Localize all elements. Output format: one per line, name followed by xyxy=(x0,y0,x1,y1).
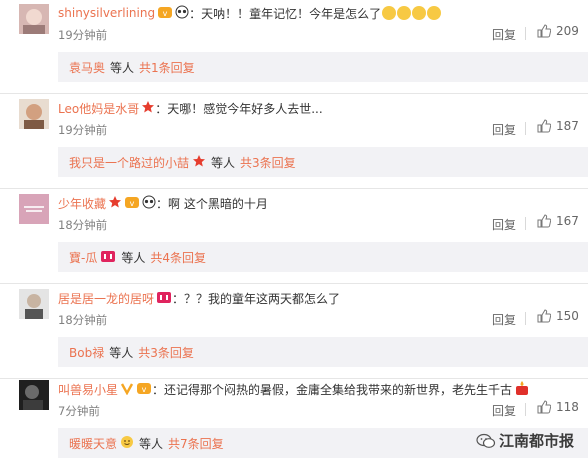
watermark: 江南都市报 xyxy=(476,430,574,451)
vip-badge-icon: v xyxy=(136,381,152,398)
comment-text: ：？？我的童年这两天都怎么了 xyxy=(172,291,341,306)
sub-reply-others: 等人 xyxy=(121,250,146,265)
like-button[interactable]: 167 xyxy=(537,214,579,228)
sub-reply-user[interactable]: 寶-瓜 xyxy=(69,249,97,266)
comment-item: Leo他妈是水哥 ：天哪！感觉今年好多人去世... 19分钟前 回复 187 我… xyxy=(0,95,588,189)
divider xyxy=(525,217,526,230)
like-button[interactable]: 187 xyxy=(537,119,579,133)
sub-reply-count-link[interactable]: 共7条回复 xyxy=(168,435,224,452)
divider xyxy=(0,188,588,189)
panda-icon xyxy=(142,195,156,212)
like-count: 150 xyxy=(556,309,579,323)
comment-item: 叫兽易小星 v ：还记得那个闷热的暑假，金庸全集给我带来的新世界，老先生千古 7… xyxy=(0,376,588,465)
username[interactable]: 叫兽易小星 xyxy=(58,381,118,398)
thumbs-up-icon xyxy=(537,400,551,414)
sub-reply-user[interactable]: 我只是一个路过的小喆 xyxy=(69,154,189,171)
avatar[interactable] xyxy=(19,380,49,410)
comment-text: ：还记得那个闷热的暑假，金庸全集给我带来的新世界，老先生千古 xyxy=(152,382,513,397)
star-badge-icon xyxy=(192,154,206,171)
username[interactable]: 居是居一龙的居呀 xyxy=(58,290,154,307)
sub-replies-box[interactable]: 寶-瓜 等人 共4条回复 xyxy=(58,242,588,272)
comment-item: 少年收藏 v ：啊 这个黑暗的十月 18分钟前 回复 167 寶-瓜 等人 共4… xyxy=(0,190,588,284)
sub-reply-count-link[interactable]: 共4条回复 xyxy=(150,249,206,266)
cry-emoji-icon xyxy=(427,6,442,20)
verified-v-icon xyxy=(120,381,134,398)
timestamp: 19分钟前 xyxy=(58,123,108,137)
username[interactable]: shinysilverlining xyxy=(58,6,155,20)
username[interactable]: Leo他妈是水哥 xyxy=(58,100,139,117)
like-count: 209 xyxy=(556,24,579,38)
timestamp: 7分钟前 xyxy=(58,404,100,418)
thumbs-up-icon xyxy=(537,24,551,38)
svg-text:v: v xyxy=(163,9,168,18)
sub-reply-count-link[interactable]: 共3条回复 xyxy=(138,344,194,361)
divider xyxy=(0,283,588,284)
star-badge-icon xyxy=(141,100,155,117)
sub-reply-user[interactable]: 暖暖天意 xyxy=(69,435,117,452)
thumbs-up-icon xyxy=(537,119,551,133)
cry-emoji-icon xyxy=(397,6,412,20)
sub-replies-box[interactable]: 袁马奥 等人 共1条回复 xyxy=(58,52,588,82)
panda-icon xyxy=(175,5,189,22)
sub-reply-user[interactable]: Bob禄 xyxy=(69,344,104,361)
sub-replies-box[interactable]: 我只是一个路过的小喆 等人 共3条回复 xyxy=(58,147,588,177)
like-button[interactable]: 209 xyxy=(537,24,579,38)
comment-text: ：啊 这个黑暗的十月 xyxy=(156,196,268,211)
membership-badge-icon xyxy=(100,249,116,266)
sub-reply-count-link[interactable]: 共3条回复 xyxy=(240,154,296,171)
sub-reply-count-link[interactable]: 共1条回复 xyxy=(139,59,195,76)
sub-reply-user[interactable]: 袁马奥 xyxy=(69,59,105,76)
cry-emoji-icon xyxy=(382,6,397,20)
sub-replies-box[interactable]: Bob禄 等人 共3条回复 xyxy=(58,337,588,367)
avatar[interactable] xyxy=(19,4,49,34)
watermark-text: 江南都市报 xyxy=(498,432,574,450)
sub-reply-others: 等人 xyxy=(139,436,164,451)
timestamp: 18分钟前 xyxy=(58,313,108,327)
svg-text:v: v xyxy=(142,385,147,394)
vip-badge-icon: v xyxy=(157,5,173,22)
comment-text: ：天哪！感觉今年好多人去世... xyxy=(155,101,323,116)
cry-emoji-icon xyxy=(412,6,427,20)
membership-badge-icon xyxy=(156,290,172,307)
like-button[interactable]: 150 xyxy=(537,309,579,323)
sub-reply-others: 等人 xyxy=(109,345,134,360)
timestamp: 18分钟前 xyxy=(58,218,108,232)
vip-badge-icon: v xyxy=(124,195,140,212)
like-count: 187 xyxy=(556,119,579,133)
wechat-icon xyxy=(476,433,496,448)
divider xyxy=(525,122,526,135)
like-count: 118 xyxy=(556,400,579,414)
avatar[interactable] xyxy=(19,99,49,129)
reply-button[interactable]: 回复 xyxy=(492,311,516,328)
avatar[interactable] xyxy=(19,194,49,224)
comment-item: shinysilverlining v ：天呐！！童年记忆！今年是怎么了 19分… xyxy=(0,0,588,94)
thumbs-up-icon xyxy=(537,214,551,228)
svg-text:v: v xyxy=(130,199,135,208)
divider xyxy=(525,27,526,40)
username[interactable]: 少年收藏 xyxy=(58,195,106,212)
divider xyxy=(525,403,526,416)
avatar[interactable] xyxy=(19,289,49,319)
smile-emoji-icon xyxy=(120,435,134,452)
candle-emoji-icon xyxy=(514,380,530,399)
reply-button[interactable]: 回复 xyxy=(492,216,516,233)
star-badge-icon xyxy=(108,195,122,212)
thumbs-up-icon xyxy=(537,309,551,323)
timestamp: 19分钟前 xyxy=(58,28,108,42)
like-button[interactable]: 118 xyxy=(537,400,579,414)
reply-button[interactable]: 回复 xyxy=(492,26,516,43)
reply-button[interactable]: 回复 xyxy=(492,121,516,138)
divider xyxy=(0,93,588,94)
like-count: 167 xyxy=(556,214,579,228)
sub-reply-others: 等人 xyxy=(211,155,236,170)
comment-text: ：天呐！！童年记忆！今年是怎么了 xyxy=(189,6,382,21)
sub-reply-others: 等人 xyxy=(110,60,135,75)
divider xyxy=(525,312,526,325)
reply-button[interactable]: 回复 xyxy=(492,402,516,419)
comment-item: 居是居一龙的居呀 ：？？我的童年这两天都怎么了 18分钟前 回复 150 Bob… xyxy=(0,285,588,379)
